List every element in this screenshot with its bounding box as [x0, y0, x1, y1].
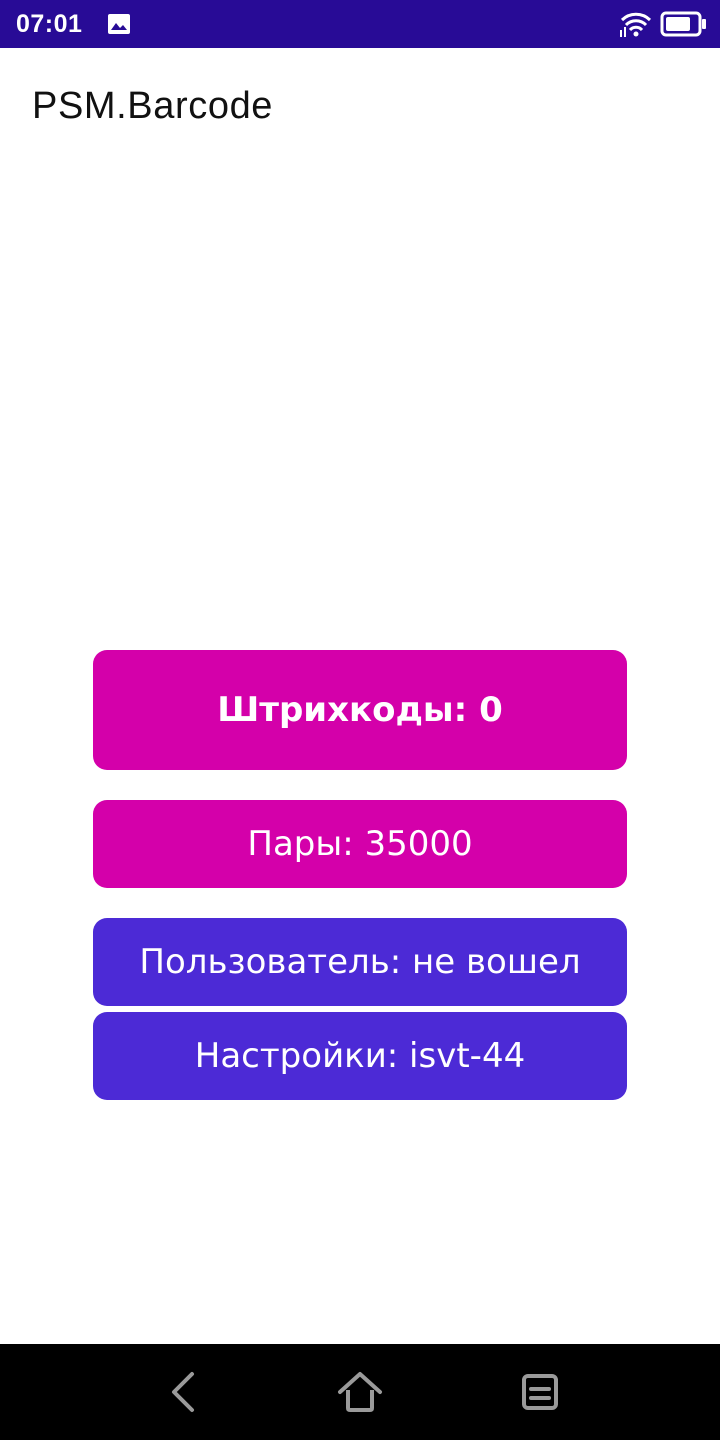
pairs-button[interactable]: Пары: 35000: [93, 800, 627, 888]
page-title: PSM.Barcode: [32, 85, 274, 127]
settings-button[interactable]: Настройки: isvt-44: [93, 1012, 627, 1100]
user-button[interactable]: Пользователь: не вошел: [93, 918, 627, 1006]
recent-apps-button[interactable]: [514, 1366, 566, 1418]
status-time: 07:01: [16, 10, 83, 38]
image-icon: [108, 14, 130, 34]
app-screen: 07:01 PSM.Barcode Штрихкоды: 0 Пары: 350…: [0, 0, 720, 1440]
status-bar: 07:01: [0, 0, 720, 48]
home-button[interactable]: [334, 1366, 386, 1418]
barcodes-button[interactable]: Штрихкоды: 0: [93, 650, 627, 770]
recent-apps-icon: [522, 1374, 558, 1410]
home-icon: [338, 1372, 382, 1412]
battery-icon: [660, 11, 706, 37]
wifi-icon: [620, 12, 652, 37]
back-button[interactable]: [156, 1366, 208, 1418]
navigation-bar: [0, 1344, 720, 1440]
back-icon: [172, 1372, 194, 1412]
